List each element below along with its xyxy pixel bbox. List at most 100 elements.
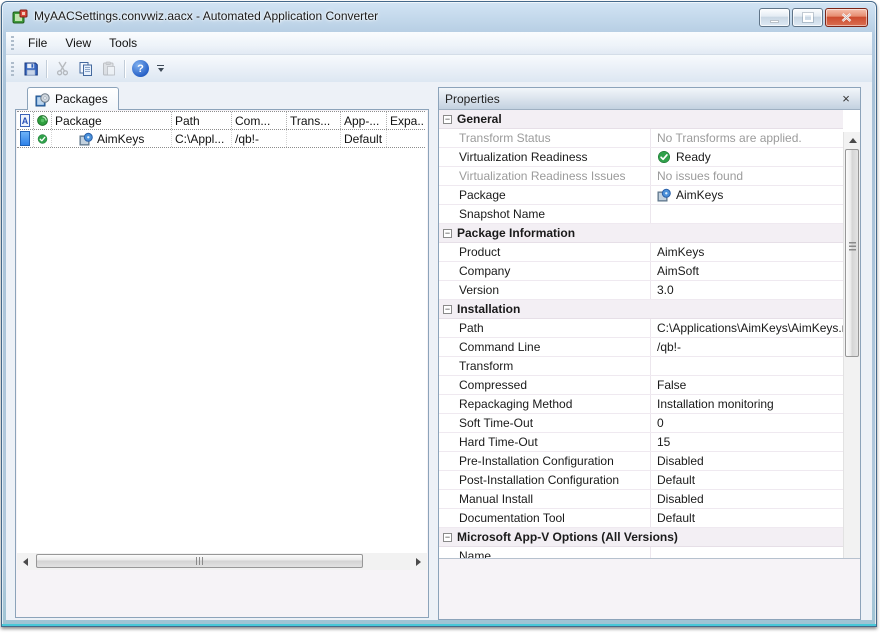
column-header-readiness[interactable] bbox=[34, 112, 52, 129]
property-value[interactable]: AimSoft bbox=[651, 262, 843, 280]
horizontal-scroll-thumb[interactable] bbox=[36, 554, 363, 568]
thumb-grip-icon bbox=[849, 242, 856, 252]
horizontal-scrollbar[interactable] bbox=[17, 553, 427, 570]
vertical-scroll-thumb[interactable] bbox=[845, 149, 859, 357]
property-value[interactable]: No issues found bbox=[651, 167, 843, 185]
property-row[interactable]: Version 3.0 bbox=[439, 281, 843, 300]
collapse-icon[interactable]: − bbox=[443, 305, 452, 314]
paste-button[interactable] bbox=[97, 57, 120, 80]
package-name: AimKeys bbox=[97, 132, 144, 146]
property-row[interactable]: Product AimKeys bbox=[439, 243, 843, 262]
toolbar-grip-icon[interactable] bbox=[11, 62, 14, 76]
property-row[interactable]: Documentation Tool Default bbox=[439, 509, 843, 528]
property-value[interactable]: AimKeys bbox=[651, 243, 843, 261]
save-icon bbox=[23, 61, 39, 77]
property-row[interactable]: Command Line /qb!- bbox=[439, 338, 843, 357]
property-label: Virtualization Readiness Issues bbox=[439, 167, 651, 185]
table-row[interactable]: AimKeys C:\Appl... /qb!- Default bbox=[17, 130, 425, 148]
properties-close-button[interactable]: × bbox=[838, 91, 854, 107]
collapse-icon[interactable]: − bbox=[443, 115, 452, 124]
property-value[interactable]: Ready bbox=[651, 148, 843, 166]
tab-packages[interactable]: Packages bbox=[27, 87, 119, 110]
property-row[interactable]: Soft Time-Out 0 bbox=[439, 414, 843, 433]
property-row[interactable]: Virtualization Readiness Ready bbox=[439, 148, 843, 167]
property-value[interactable]: Installation monitoring bbox=[651, 395, 843, 413]
vertical-scrollbar[interactable] bbox=[843, 132, 860, 558]
property-value[interactable]: Default bbox=[651, 509, 843, 527]
scroll-up-button[interactable] bbox=[844, 132, 860, 148]
property-label: Pre-Installation Configuration bbox=[439, 452, 651, 470]
row-package-cell[interactable]: AimKeys bbox=[52, 130, 172, 147]
column-header-command[interactable]: Com... bbox=[232, 112, 287, 129]
menu-tools[interactable]: Tools bbox=[100, 33, 146, 53]
property-value[interactable]: 0 bbox=[651, 414, 843, 432]
scroll-right-button[interactable] bbox=[410, 553, 427, 570]
property-row[interactable]: Snapshot Name bbox=[439, 205, 843, 224]
cut-button[interactable] bbox=[51, 57, 74, 80]
close-button[interactable] bbox=[825, 8, 868, 27]
property-row[interactable]: Pre-Installation Configuration Disabled bbox=[439, 452, 843, 471]
property-value[interactable]: 3.0 bbox=[651, 281, 843, 299]
property-row[interactable]: Post-Installation Configuration Default bbox=[439, 471, 843, 490]
property-label: Compressed bbox=[439, 376, 651, 394]
property-row[interactable]: Package AimKeys bbox=[439, 186, 843, 205]
save-button[interactable] bbox=[19, 57, 42, 80]
row-status-cell[interactable] bbox=[34, 130, 52, 147]
row-command-cell[interactable]: /qb!- bbox=[232, 130, 287, 147]
property-value[interactable]: No Transforms are applied. bbox=[651, 129, 843, 147]
property-row[interactable]: Compressed False bbox=[439, 376, 843, 395]
collapse-icon[interactable]: − bbox=[443, 229, 452, 238]
property-row[interactable]: Hard Time-Out 15 bbox=[439, 433, 843, 452]
column-header-appv[interactable]: App-... bbox=[341, 112, 387, 129]
property-row[interactable]: Company AimSoft bbox=[439, 262, 843, 281]
property-group-general[interactable]: − General bbox=[439, 110, 843, 129]
property-row[interactable]: Transform Status No Transforms are appli… bbox=[439, 129, 843, 148]
property-row[interactable]: Manual Install Disabled bbox=[439, 490, 843, 509]
property-group-installation[interactable]: − Installation bbox=[439, 300, 843, 319]
copy-button[interactable] bbox=[74, 57, 97, 80]
property-description-area bbox=[439, 558, 860, 619]
maximize-button[interactable] bbox=[792, 8, 823, 27]
property-row[interactable]: Repackaging Method Installation monitori… bbox=[439, 395, 843, 414]
column-header-expand[interactable]: Expa... bbox=[387, 112, 425, 129]
menu-view[interactable]: View bbox=[56, 33, 100, 53]
minimize-button[interactable] bbox=[759, 8, 790, 27]
row-path-cell[interactable]: C:\Appl... bbox=[172, 130, 232, 147]
menu-grip-icon[interactable] bbox=[11, 36, 14, 50]
collapse-icon[interactable]: − bbox=[443, 533, 452, 542]
row-select-cell[interactable] bbox=[17, 130, 34, 147]
title-bar[interactable]: MyAACSettings.convwiz.aacx - Automated A… bbox=[2, 2, 876, 32]
property-value[interactable] bbox=[651, 547, 843, 558]
toolbar-overflow-button[interactable] bbox=[154, 57, 167, 80]
property-value[interactable] bbox=[651, 357, 843, 375]
property-value[interactable]: False bbox=[651, 376, 843, 394]
property-row[interactable]: Path C:\Applications\AimKeys\AimKeys.r bbox=[439, 319, 843, 338]
property-group-package-information[interactable]: − Package Information bbox=[439, 224, 843, 243]
property-value[interactable]: Default bbox=[651, 471, 843, 489]
menu-file[interactable]: File bbox=[19, 33, 56, 53]
property-row[interactable]: Name bbox=[439, 547, 843, 558]
column-header-transform[interactable]: Trans... bbox=[287, 112, 341, 129]
property-value[interactable]: Disabled bbox=[651, 490, 843, 508]
readiness-orb-icon bbox=[37, 114, 48, 127]
column-header-package[interactable]: Package bbox=[52, 112, 172, 129]
property-value[interactable]: Disabled bbox=[651, 452, 843, 470]
scroll-left-button[interactable] bbox=[17, 553, 34, 570]
help-button[interactable]: ? bbox=[129, 57, 152, 80]
tab-packages-label: Packages bbox=[55, 92, 108, 106]
row-transform-cell[interactable] bbox=[287, 130, 341, 147]
column-header-path[interactable]: Path bbox=[172, 112, 232, 129]
property-row[interactable]: Virtualization Readiness Issues No issue… bbox=[439, 167, 843, 186]
property-value[interactable]: C:\Applications\AimKeys\AimKeys.r bbox=[651, 319, 843, 337]
row-appv-cell[interactable]: Default bbox=[341, 130, 387, 147]
horizontal-scroll-track[interactable] bbox=[34, 553, 410, 570]
package-list[interactable]: A Package Path Com... bbox=[17, 111, 427, 553]
row-expand-cell[interactable] bbox=[387, 130, 425, 147]
column-header-select[interactable]: A bbox=[17, 112, 34, 129]
property-value[interactable]: 15 bbox=[651, 433, 843, 451]
property-value[interactable]: AimKeys bbox=[651, 186, 843, 204]
property-value[interactable] bbox=[651, 205, 843, 223]
property-group-appv-options[interactable]: − Microsoft App-V Options (All Versions) bbox=[439, 528, 843, 547]
property-row[interactable]: Transform bbox=[439, 357, 843, 376]
property-value[interactable]: /qb!- bbox=[651, 338, 843, 356]
